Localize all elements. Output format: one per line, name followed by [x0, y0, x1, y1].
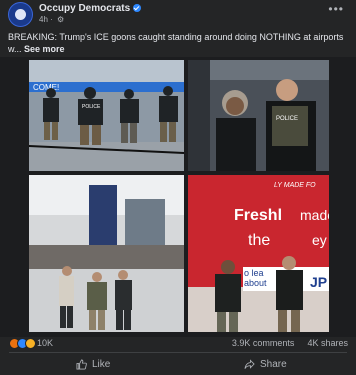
photo-1-vest-text: POLICE	[82, 104, 101, 110]
photo-1-image: COME! POLICE	[29, 60, 184, 171]
post-header: Occupy Democrats 4h · ⚙ •••	[0, 0, 356, 28]
dot-separator: ·	[50, 15, 53, 24]
actions-divider	[9, 352, 347, 353]
reaction-icons[interactable]	[9, 338, 36, 350]
photo-2-vest-text: POLICE	[276, 116, 298, 122]
share-button[interactable]: Share	[244, 356, 287, 373]
store-sign-the: the	[248, 232, 270, 249]
post-time[interactable]: 4h	[39, 15, 48, 24]
store-banner-text: LY MADE FO	[274, 182, 316, 189]
store-sign-ey: ey	[312, 232, 327, 248]
share-arrow-icon	[244, 359, 255, 369]
share-label: Share	[260, 359, 287, 370]
post-actions: Like Share	[0, 354, 356, 375]
wow-reaction-icon	[25, 338, 36, 349]
photo-1[interactable]: COME! POLICE	[29, 60, 184, 171]
comment-count[interactable]: 3.9K comments	[232, 338, 295, 348]
engagement-bar: 10K 3.9K comments 4K shares	[0, 337, 356, 351]
post-caption: BREAKING: Trump's ICE goons caught stand…	[8, 31, 348, 55]
comment-share-counts: 3.9K comments 4K shares	[232, 338, 348, 348]
facebook-post: Occupy Democrats 4h · ⚙ ••• BREAKING: Tr…	[0, 0, 356, 375]
photo-2[interactable]: POLICE	[188, 60, 329, 171]
store-sign-fresh: Freshl	[234, 207, 282, 224]
page-avatar[interactable]	[8, 2, 33, 27]
more-options-icon[interactable]: •••	[328, 2, 344, 16]
page-name[interactable]: Occupy Democrats	[39, 3, 130, 14]
reaction-count[interactable]: 10K	[37, 338, 53, 348]
photo-4-image: LY MADE FO Freshl made the ey o lea abou…	[188, 175, 329, 332]
store-sign-jp: JP	[310, 274, 327, 290]
like-button[interactable]: Like	[76, 356, 110, 373]
store-sign-learn: o lea	[244, 268, 264, 278]
photo-3[interactable]	[29, 175, 184, 332]
audience-icon: ⚙	[57, 15, 65, 24]
verified-badge-icon	[133, 4, 142, 12]
store-sign-made: made	[300, 207, 329, 223]
photo-collage: COME! POLICE POLICE LY MADE FO Freshl ma…	[0, 57, 356, 337]
photo-4[interactable]: LY MADE FO Freshl made the ey o lea abou…	[188, 175, 329, 332]
store-sign-about: about	[244, 278, 267, 288]
thumbs-up-icon	[76, 359, 87, 370]
photo-2-image: POLICE	[188, 60, 329, 171]
share-count[interactable]: 4K shares	[307, 338, 348, 348]
like-label: Like	[92, 359, 111, 370]
page-name-row: Occupy Democrats	[39, 3, 142, 14]
see-more-link[interactable]: See more	[24, 44, 65, 54]
post-meta: 4h · ⚙	[39, 15, 64, 24]
photo-3-image	[29, 175, 184, 332]
